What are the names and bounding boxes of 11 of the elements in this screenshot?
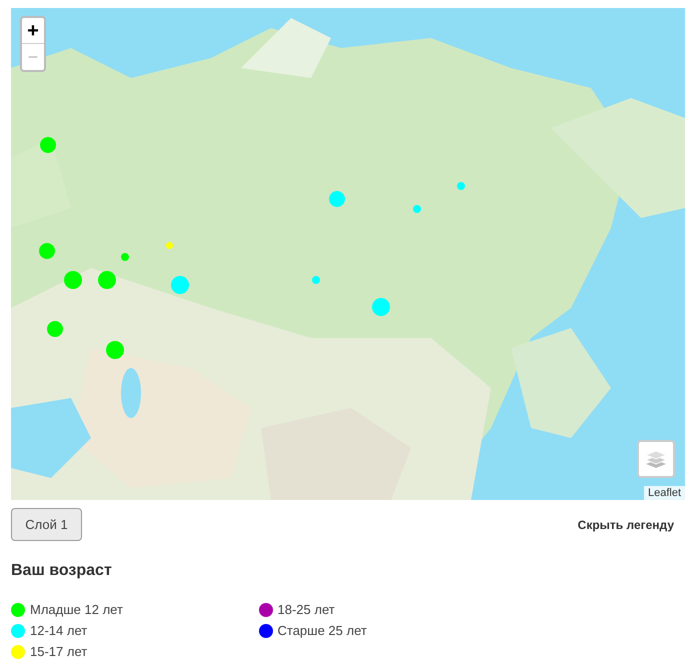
legend-label: 15-17 лет <box>30 643 88 662</box>
legend-label: 18-25 лет <box>278 601 335 620</box>
map-attribution[interactable]: Leaflet <box>644 486 685 500</box>
layer-button[interactable]: Слой 1 <box>11 508 82 541</box>
legend-label: Младше 12 лет <box>30 601 123 620</box>
hide-legend-link[interactable]: Скрыть легенду <box>578 516 674 534</box>
legend-label: Старше 25 лет <box>278 622 367 640</box>
zoom-in-button[interactable]: + <box>22 18 44 44</box>
legend-label: 12-14 лет <box>30 622 88 640</box>
layers-button[interactable] <box>637 440 675 478</box>
legend-title: Ваш возраст <box>11 561 113 581</box>
